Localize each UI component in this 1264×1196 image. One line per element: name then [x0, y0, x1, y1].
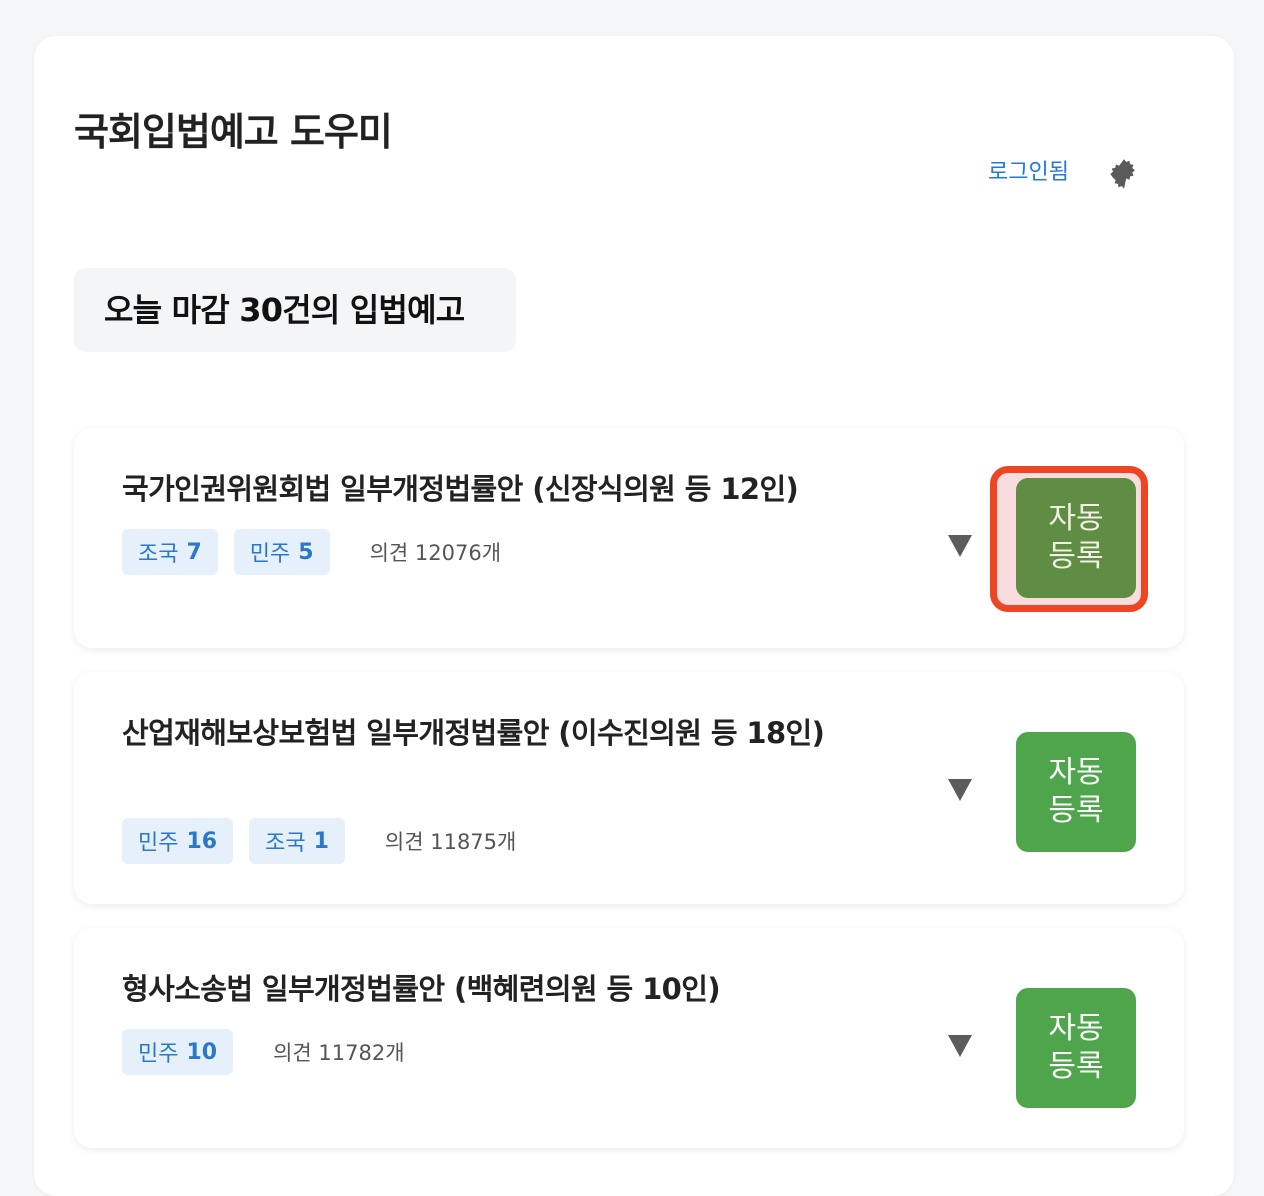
- party-count: 10: [186, 1039, 218, 1065]
- bill-card: 국가인권위원회법 일부개정법률안 (신장식의원 등 12인) 조국 7 민주 5 의…: [74, 428, 1184, 648]
- deadline-summary: 오늘 마감 30건의 입법예고: [74, 268, 516, 352]
- app-title: 국회입법예고 도우미: [74, 110, 393, 154]
- auto-register-label-line2: 등록: [1048, 539, 1104, 574]
- settings-button[interactable]: [1106, 156, 1142, 192]
- app-panel: 국회입법예고 도우미 로그인됨 오늘 마감 30건의 입법예고 국가인권위원회법…: [34, 36, 1234, 1196]
- auto-register-label-line1: 자동: [1048, 501, 1104, 536]
- bill-meta: 민주 16 조국 1 의견 11875개: [122, 818, 516, 864]
- party-count: 16: [186, 828, 218, 854]
- bill-meta: 조국 7 민주 5 의견 12076개: [122, 529, 501, 575]
- expand-toggle[interactable]: [946, 1032, 974, 1060]
- auto-register-button[interactable]: 자동 등록: [1016, 988, 1136, 1108]
- party-count: 5: [298, 539, 314, 565]
- party-name: 민주: [138, 1042, 179, 1067]
- party-count: 1: [313, 828, 329, 854]
- party-badge: 조국 1: [249, 818, 345, 864]
- auto-register-label-line2: 등록: [1048, 793, 1104, 828]
- login-status-link[interactable]: 로그인됨: [988, 158, 1069, 188]
- opinion-count: 의견 11875개: [384, 830, 517, 854]
- party-name: 조국: [138, 542, 179, 567]
- auto-register-label-line1: 자동: [1048, 1011, 1104, 1046]
- party-badge: 조국 7: [122, 529, 218, 575]
- gear-icon: [1110, 159, 1135, 189]
- bill-title: 형사소송법 일부개정법률안 (백혜련의원 등 10인): [122, 972, 721, 1006]
- party-badge: 민주 5: [233, 529, 330, 575]
- auto-register-button[interactable]: 자동 등록: [1016, 478, 1136, 598]
- expand-toggle[interactable]: [946, 532, 974, 560]
- triangle-down-icon: [948, 779, 972, 801]
- opinion-count: 의견 11782개: [273, 1041, 405, 1065]
- party-name: 민주: [138, 831, 179, 856]
- auto-register-label-line1: 자동: [1048, 755, 1104, 790]
- bill-card: 형사소송법 일부개정법률안 (백혜련의원 등 10인) 민주 10 의견 1178…: [74, 928, 1184, 1148]
- auto-register-label-line2: 등록: [1048, 1049, 1104, 1084]
- expand-toggle[interactable]: [946, 776, 974, 804]
- bill-title: 국가인권위원회법 일부개정법률안 (신장식의원 등 12인): [122, 472, 799, 506]
- party-name: 조국: [265, 831, 306, 856]
- triangle-down-icon: [948, 1035, 972, 1057]
- auto-register-button[interactable]: 자동 등록: [1016, 732, 1136, 852]
- bill-title: 산업재해보상보험법 일부개정법률안 (이수진의원 등 18인): [122, 716, 825, 750]
- bill-meta: 민주 10 의견 11782개: [122, 1029, 405, 1075]
- opinion-count: 의견 12076개: [369, 541, 502, 565]
- party-badge: 민주 16: [122, 818, 234, 864]
- triangle-down-icon: [948, 535, 972, 557]
- bill-card: 산업재해보상보험법 일부개정법률안 (이수진의원 등 18인) 민주 16 조국 1…: [74, 672, 1184, 904]
- party-badge: 민주 10: [122, 1029, 234, 1075]
- party-count: 7: [186, 539, 202, 565]
- party-name: 민주: [249, 542, 291, 567]
